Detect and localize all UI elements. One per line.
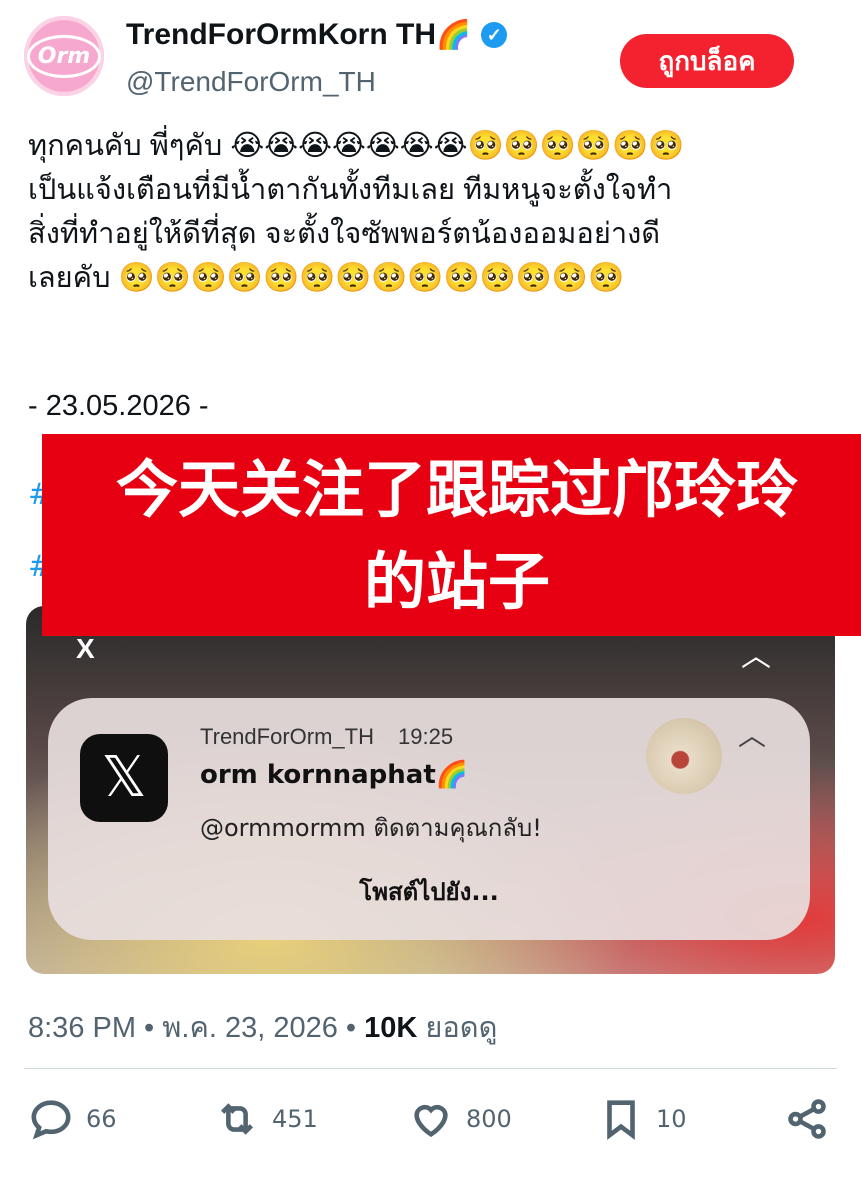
tweet-date-line: - 23.05.2026 - <box>28 390 209 422</box>
tweet-media-image[interactable]: X ︿ 𝕏 TrendForOrm_TH 19:25 orm kornnapha… <box>26 606 835 974</box>
notification-source: TrendForOrm_TH <box>200 724 374 749</box>
share-icon <box>788 1099 826 1139</box>
overlay-caption-line: 的站子 <box>363 545 550 618</box>
bookmark-button[interactable]: 10 <box>598 1096 687 1142</box>
views-label: ยอดดู <box>417 1012 498 1044</box>
chevron-up-icon[interactable]: ︿ <box>738 714 766 754</box>
notification-title: orm kornnaphat🌈 <box>200 760 469 790</box>
x-logo-icon: 𝕏 <box>80 734 168 822</box>
rainbow-emoji: 🌈 <box>436 19 471 50</box>
bookmark-count: 10 <box>656 1105 687 1133</box>
like-button[interactable]: 800 <box>408 1096 512 1142</box>
reply-icon <box>31 1100 71 1140</box>
tweet-date[interactable]: พ.ค. 23, 2026 <box>162 1012 338 1044</box>
notification-action[interactable]: โพสต์ไปยัง... <box>48 872 810 911</box>
avatar-logo-text: Orm <box>26 34 102 78</box>
share-button[interactable] <box>784 1096 830 1142</box>
user-handle[interactable]: @TrendForOrm_TH <box>126 66 376 98</box>
notification-time: 19:25 <box>398 724 454 749</box>
separator: • <box>136 1012 163 1044</box>
chevron-up-icon[interactable]: ︿ <box>735 630 777 676</box>
notification-card[interactable]: 𝕏 TrendForOrm_TH 19:25 orm kornnaphat🌈 @… <box>48 698 810 940</box>
views-count: 10K <box>364 1012 418 1044</box>
tweet-text: ทุกคนคับ พี่ๆคับ 😭😭😭😭😭😭😭🥺🥺🥺🥺🥺🥺 เป็นแจ้งเ… <box>28 130 685 294</box>
reply-button[interactable]: 66 <box>28 1096 117 1142</box>
repost-icon <box>220 1103 254 1135</box>
like-count: 800 <box>466 1105 512 1133</box>
display-name[interactable]: TrendForOrmKorn TH🌈 ✓ <box>126 18 508 52</box>
notification-body: @ormmormm ติดตามคุณกลับ! <box>200 814 542 842</box>
action-bar: 66 451 800 10 <box>0 1096 861 1160</box>
blocked-button[interactable]: ถูกบล็อค <box>620 34 794 88</box>
overlay-caption-banner: 今天关注了跟踪过邝玲玲 的站子 <box>42 434 861 636</box>
repost-button[interactable]: 451 <box>214 1096 318 1142</box>
verified-badge-icon: ✓ <box>481 22 508 48</box>
overlay-caption-line: 今天关注了跟踪过邝玲玲 <box>115 453 798 526</box>
heart-icon <box>414 1104 448 1138</box>
notification-thumbnail <box>646 718 722 794</box>
tweet-meta: 8:36 PM • พ.ค. 23, 2026 • 10K ยอดดู <box>28 1004 497 1050</box>
separator: • <box>337 1012 365 1044</box>
close-icon[interactable]: X <box>70 632 101 666</box>
bookmark-icon <box>607 1100 635 1140</box>
divider <box>24 1068 837 1069</box>
repost-count: 451 <box>272 1105 318 1133</box>
avatar[interactable]: Orm <box>24 16 104 96</box>
tweet-time[interactable]: 8:36 PM <box>28 1012 136 1044</box>
display-name-text: TrendForOrmKorn TH <box>126 18 437 51</box>
reply-count: 66 <box>86 1105 117 1133</box>
